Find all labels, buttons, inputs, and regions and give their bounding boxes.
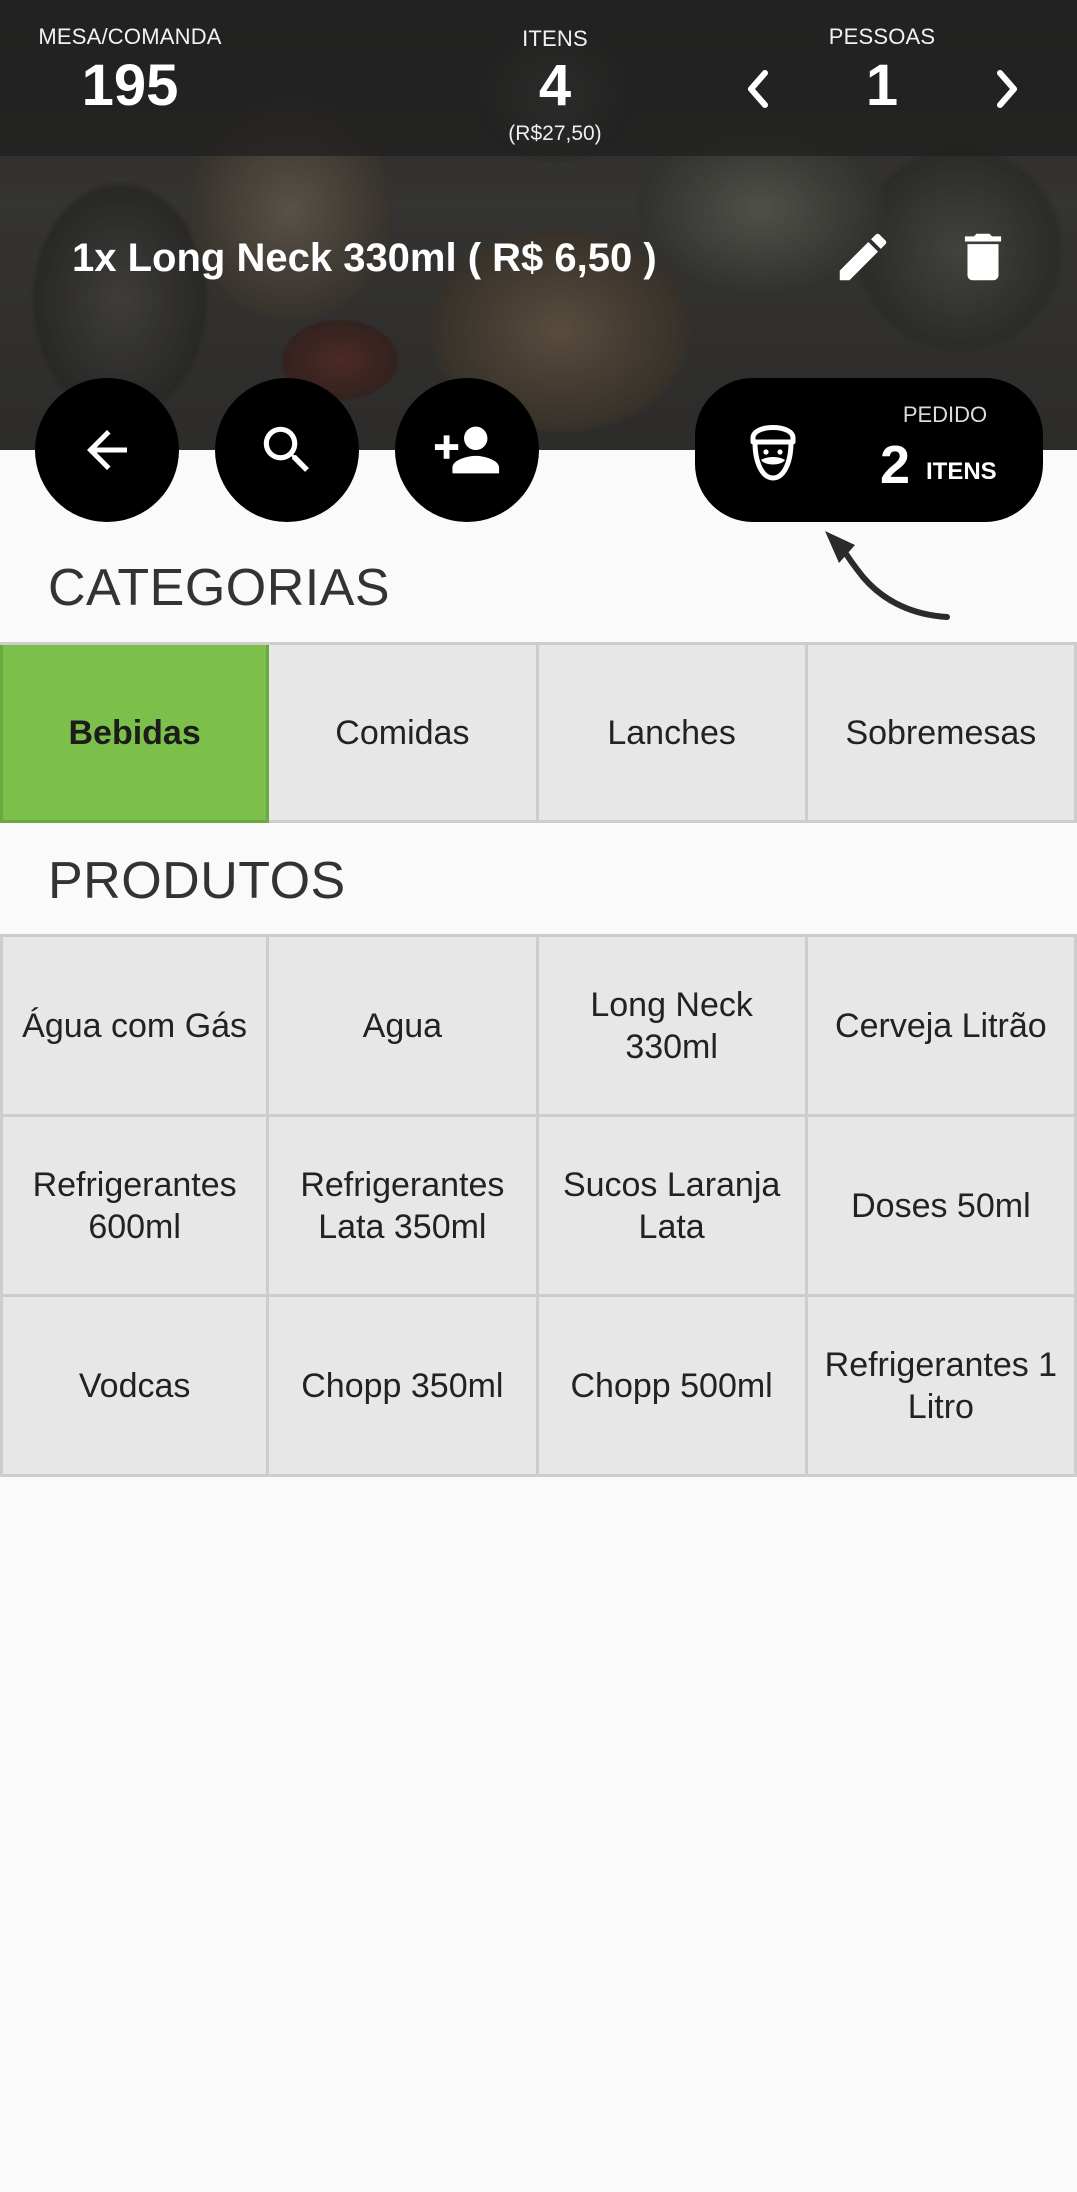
product-chopp-350ml[interactable]: Chopp 350ml bbox=[269, 1297, 539, 1477]
pedido-label: PEDIDO bbox=[902, 402, 988, 427]
waiter-icon bbox=[750, 425, 796, 481]
categories-grid: Bebidas Comidas Lanches Sobremesas bbox=[0, 642, 1077, 823]
mesa-number: 195 bbox=[81, 53, 179, 118]
product-refrigerantes-1-litro[interactable]: Refrigerantes 1 Litro bbox=[807, 1297, 1077, 1477]
arrow-left-icon bbox=[87, 430, 127, 470]
product-cerveja-litrao[interactable]: Cerveja Litrão bbox=[807, 937, 1077, 1117]
chevron-right-icon bbox=[997, 70, 1017, 108]
back-button[interactable] bbox=[35, 378, 179, 522]
pessoas-count: 1 bbox=[865, 53, 899, 118]
product-doses-50ml[interactable]: Doses 50ml bbox=[807, 1117, 1077, 1297]
pedido-button[interactable]: PEDIDO 2 ITENS bbox=[695, 378, 1043, 522]
category-bebidas[interactable]: Bebidas bbox=[0, 645, 270, 823]
search-button[interactable] bbox=[215, 378, 359, 522]
product-agua[interactable]: Agua bbox=[269, 937, 539, 1117]
product-vodcas[interactable]: Vodcas bbox=[0, 1297, 270, 1477]
categories-title: CATEGORIAS bbox=[48, 559, 391, 617]
products-title: PRODUTOS bbox=[48, 852, 346, 910]
category-comidas[interactable]: Comidas bbox=[269, 645, 539, 823]
product-chopp-500ml[interactable]: Chopp 500ml bbox=[538, 1297, 808, 1477]
search-icon bbox=[263, 426, 309, 472]
products-grid: Água com Gás Agua Long Neck 330ml Cervej… bbox=[0, 934, 1077, 1477]
add-person-button[interactable] bbox=[395, 378, 539, 522]
pessoas-decrease-button[interactable] bbox=[738, 62, 778, 116]
category-sobremesas[interactable]: Sobremesas bbox=[807, 645, 1077, 823]
hint-arrow-icon bbox=[825, 531, 950, 620]
product-refrigerantes-600ml[interactable]: Refrigerantes 600ml bbox=[0, 1117, 270, 1297]
pessoas-increase-button[interactable] bbox=[987, 62, 1027, 116]
itens-count: 4 bbox=[538, 53, 572, 118]
product-refrigerantes-lata-350ml[interactable]: Refrigerantes Lata 350ml bbox=[269, 1117, 539, 1297]
mesa-label: MESA/COMANDA bbox=[38, 24, 222, 49]
itens-label: ITENS bbox=[522, 26, 588, 51]
pedido-unit: ITENS bbox=[926, 458, 997, 485]
itens-total: (R$27,50) bbox=[508, 122, 602, 145]
trash-icon bbox=[964, 233, 1002, 281]
person-add-icon bbox=[434, 426, 500, 474]
selected-item-summary: 1x Long Neck 330ml ( R$ 6,50 ) bbox=[72, 236, 657, 280]
delete-item-button[interactable] bbox=[948, 222, 1018, 292]
edit-item-button[interactable] bbox=[828, 222, 898, 292]
product-agua-com-gas[interactable]: Água com Gás bbox=[0, 937, 270, 1117]
product-long-neck-330ml[interactable]: Long Neck 330ml bbox=[538, 937, 808, 1117]
product-sucos-laranja-lata[interactable]: Sucos Laranja Lata bbox=[538, 1117, 808, 1297]
pedido-count: 2 bbox=[880, 435, 911, 495]
chevron-left-icon bbox=[748, 70, 768, 108]
pencil-icon bbox=[839, 233, 887, 281]
category-lanches[interactable]: Lanches bbox=[538, 645, 808, 823]
pessoas-label: PESSOAS bbox=[828, 24, 936, 49]
